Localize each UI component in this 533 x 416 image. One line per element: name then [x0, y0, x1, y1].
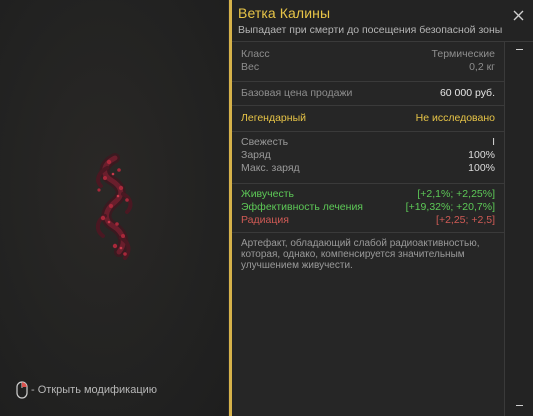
stats-section: Свежесть I Заряд 100% Макс. заряд 100%: [232, 132, 504, 184]
weight-label: Вес: [241, 61, 260, 73]
item-details-panel: Ветка Калины Выпадает при смерти до посе…: [232, 0, 533, 416]
charge-label: Заряд: [241, 149, 271, 161]
scrollbar[interactable]: [505, 42, 533, 416]
freshness-value: I: [492, 136, 495, 148]
item-subtitle: Выпадает при смерти до посещения безопас…: [238, 24, 503, 36]
class-label: Класс: [241, 48, 270, 60]
close-icon[interactable]: [512, 9, 525, 22]
class-row: Класс Термические: [241, 48, 495, 61]
scroll-up-icon[interactable]: [516, 49, 523, 50]
panel-header: Ветка Калины Выпадает при смерти до посе…: [232, 0, 533, 42]
details-content: Класс Термические Вес 0,2 кг Базовая цен…: [232, 42, 505, 416]
item-description: Артефакт, обладающий слабой радиоактивно…: [241, 238, 480, 271]
rarity-label: Легендарный: [241, 112, 306, 124]
effect-label: Эффективность лечения: [241, 201, 363, 213]
info-section: Класс Термические Вес 0,2 кг: [232, 42, 504, 82]
max-charge-label: Макс. заряд: [241, 162, 300, 174]
effect-label: Радиация: [241, 214, 289, 226]
hint-text: - Открыть модификацию: [31, 384, 158, 396]
effect-label: Живучесть: [241, 188, 294, 200]
charge-row: Заряд 100%: [241, 149, 495, 162]
effect-value: [+2,1%; +2,25%]: [417, 188, 495, 200]
freshness-row: Свежесть I: [241, 136, 495, 149]
charge-value: 100%: [468, 149, 495, 161]
rarity-section: Легендарный Не исследовано: [232, 106, 504, 132]
effect-row-radiation: Радиация [+2,25; +2,5]: [241, 214, 495, 227]
scroll-down-icon[interactable]: [516, 405, 523, 406]
effects-section: Живучесть [+2,1%; +2,25%] Эффективность …: [232, 184, 504, 233]
freshness-label: Свежесть: [241, 136, 289, 148]
item-title: Ветка Калины: [238, 5, 331, 21]
item-preview-pane: - Открыть модификацию: [0, 0, 229, 416]
max-charge-value: 100%: [468, 162, 495, 174]
price-section: Базовая цена продажи 60 000 руб.: [232, 82, 504, 106]
research-status: Не исследовано: [415, 112, 495, 124]
weight-row: Вес 0,2 кг: [241, 61, 495, 74]
effect-row-vitality: Живучесть [+2,1%; +2,25%]: [241, 188, 495, 201]
rarity-row: Легендарный Не исследовано: [241, 112, 495, 125]
effect-row-healing: Эффективность лечения [+19,32%; +20,7%]: [241, 201, 495, 214]
effect-value: [+2,25; +2,5]: [436, 214, 495, 226]
effect-value: [+19,32%; +20,7%]: [405, 201, 495, 213]
mouse-icon: [16, 381, 28, 399]
class-value: Термические: [431, 48, 495, 60]
artifact-image: [96, 153, 133, 260]
open-modification-hint[interactable]: - Открыть модификацию: [16, 380, 157, 400]
price-label: Базовая цена продажи: [241, 87, 353, 99]
weight-value: 0,2 кг: [469, 61, 495, 73]
max-charge-row: Макс. заряд 100%: [241, 162, 495, 175]
price-row: Базовая цена продажи 60 000 руб.: [241, 87, 495, 100]
price-value: 60 000 руб.: [439, 87, 495, 99]
